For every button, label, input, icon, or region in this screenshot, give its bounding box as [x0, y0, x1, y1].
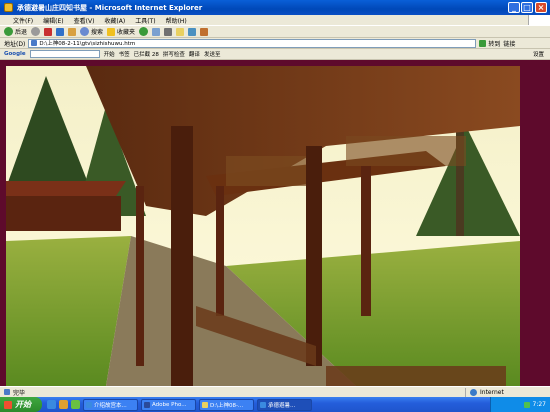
home-icon[interactable]	[68, 27, 77, 36]
window-title: 承德避暑山庄四知书屋 - Microsoft Internet Explorer	[17, 3, 203, 12]
menu-favorites[interactable]: 收藏(A)	[99, 16, 130, 25]
mail-icon[interactable]	[152, 27, 161, 36]
links-button[interactable]: 链接	[503, 39, 515, 48]
ie-icon	[260, 401, 266, 408]
windows-logo-icon	[528, 15, 550, 25]
google-go-button[interactable]: 开始	[104, 50, 115, 58]
address-input[interactable]: D:\上神08-2-11\gtv\sizhishuwu.htm	[28, 38, 477, 48]
standard-toolbar: 后退 搜索 收藏夹	[0, 25, 550, 38]
address-label: 地址(D)	[4, 40, 26, 48]
google-label: Google	[4, 51, 26, 57]
menu-view[interactable]: 查看(V)	[69, 16, 100, 25]
research-icon[interactable]	[200, 27, 209, 36]
desktop-quicklaunch-icon[interactable]	[59, 400, 68, 409]
google-search-input[interactable]	[29, 50, 100, 58]
go-arrow-icon	[479, 39, 487, 47]
tray-icon[interactable]	[523, 401, 530, 408]
ie-icon	[86, 401, 92, 408]
zone-label: Internet	[480, 389, 504, 396]
search-icon	[80, 27, 90, 36]
windows-flag-icon	[4, 400, 12, 409]
google-settings-button[interactable]: 设置	[533, 50, 550, 58]
status-text: 完毕	[13, 389, 26, 397]
menu-help[interactable]: 帮助(H)	[161, 16, 192, 25]
translate-button[interactable]: 翻译	[189, 50, 200, 58]
menu-file[interactable]: 文件(F)	[8, 16, 38, 25]
taskbar: 开始 介绍故宫本... Adobe Pho... D:\上神08-... 承德避…	[0, 397, 550, 412]
maximize-button[interactable]: □	[521, 2, 533, 13]
back-arrow-icon	[4, 27, 13, 36]
spellcheck-button[interactable]: 拼写检查	[163, 50, 185, 58]
task-button-4[interactable]: 承德避暑...	[257, 398, 312, 411]
done-page-icon	[4, 389, 10, 395]
folder-icon[interactable]	[176, 27, 185, 36]
start-button[interactable]: 开始	[0, 397, 42, 412]
photoshop-icon	[144, 401, 150, 408]
menu-tools[interactable]: 工具(T)	[130, 16, 160, 25]
popup-blocked-button[interactable]: 已拦截 28	[134, 50, 159, 58]
page-content	[0, 60, 550, 386]
media-icon[interactable]	[139, 27, 149, 36]
print-icon[interactable]	[164, 27, 173, 36]
task-button-1[interactable]: 介绍故宫本...	[83, 398, 138, 411]
menu-bar: 文件(F) 编辑(E) 查看(V) 收藏(A) 工具(T) 帮助(H)	[0, 15, 550, 25]
address-value: D:\上神08-2-11\gtv\sizhishuwu.htm	[39, 41, 136, 47]
send-to-button[interactable]: 发送至	[204, 50, 221, 58]
search-button[interactable]: 搜索	[80, 27, 103, 36]
ie-icon	[4, 3, 13, 12]
security-zone: Internet	[465, 388, 550, 397]
page-icon	[31, 40, 38, 46]
palace-corridor-photo	[6, 66, 520, 386]
star-icon	[107, 27, 116, 36]
favorites-button[interactable]: 收藏夹	[107, 27, 135, 36]
close-button[interactable]: ×	[535, 2, 547, 13]
back-button[interactable]: 后退	[4, 27, 27, 36]
system-tray: 7:27	[490, 397, 550, 412]
ie-quicklaunch-icon[interactable]	[47, 400, 56, 409]
title-bar: 承德避暑山庄四知书屋 - Microsoft Internet Explorer…	[0, 0, 550, 15]
folder-icon	[202, 401, 208, 408]
media-quicklaunch-icon[interactable]	[71, 400, 80, 409]
menu-edit[interactable]: 编辑(E)	[38, 16, 68, 25]
task-button-2[interactable]: Adobe Pho...	[141, 398, 196, 411]
status-bar: 完毕 Internet	[0, 386, 550, 397]
address-bar: 地址(D) D:\上神08-2-11\gtv\sizhishuwu.htm 转到…	[0, 38, 550, 49]
forward-button[interactable]	[31, 27, 41, 36]
clock: 7:27	[532, 401, 546, 408]
google-toolbar: Google 开始 书签 已拦截 28 拼写检查 翻译 发送至 设置	[0, 49, 550, 60]
google-bookmarks-button[interactable]: 书签	[119, 50, 130, 58]
messenger-icon[interactable]	[188, 27, 197, 36]
minimize-button[interactable]: _	[508, 2, 520, 13]
go-button[interactable]: 转到	[479, 39, 500, 48]
stop-icon[interactable]	[44, 27, 53, 36]
globe-icon	[470, 389, 477, 396]
refresh-icon[interactable]	[56, 27, 65, 36]
task-button-3[interactable]: D:\上神08-...	[199, 398, 254, 411]
quick-launch	[47, 400, 80, 409]
